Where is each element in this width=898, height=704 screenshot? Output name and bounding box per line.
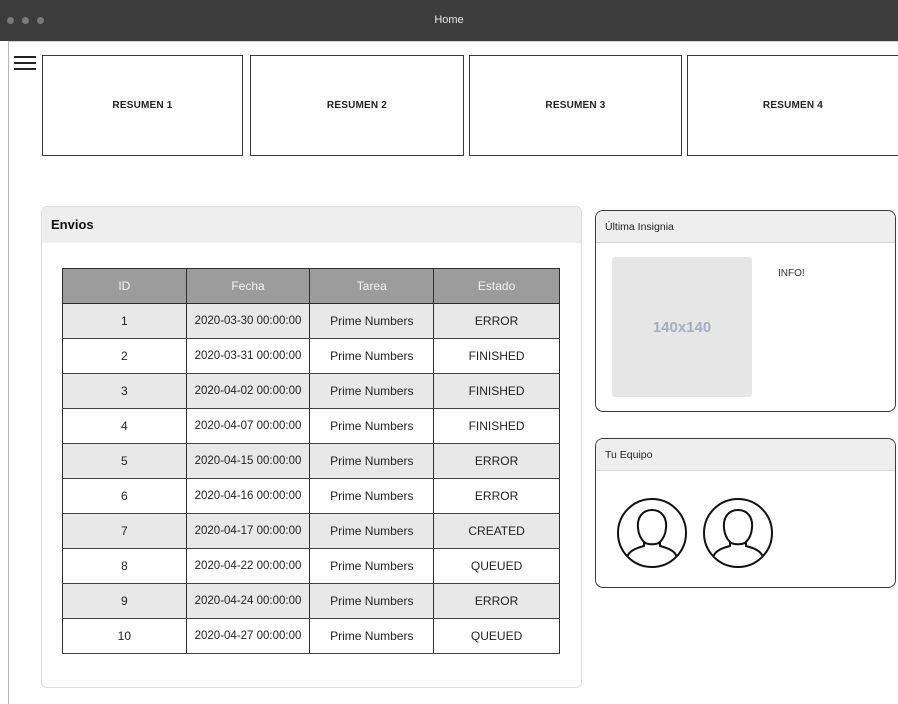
cell-tarea: Prime Numbers <box>309 408 435 444</box>
table-row[interactable]: 6 2020-04-16 00:00:00 Prime Numbers ERRO… <box>62 478 560 514</box>
cell-tarea: Prime Numbers <box>309 548 435 584</box>
badge-image-size-label: 140x140 <box>652 318 712 336</box>
column-header-estado[interactable]: Estado <box>433 268 560 304</box>
summary-card-4[interactable]: RESUMEN 4 <box>687 55 898 156</box>
cell-estado: FINISHED <box>433 373 560 409</box>
cell-id: 2 <box>62 338 187 374</box>
cell-tarea: Prime Numbers <box>309 618 435 654</box>
cell-fecha: 2020-04-27 00:00:00 <box>185 618 311 654</box>
column-header-id[interactable]: ID <box>62 268 187 304</box>
cell-id: 1 <box>62 303 187 339</box>
summary-card-3[interactable]: RESUMEN 3 <box>469 55 682 156</box>
cell-estado: ERROR <box>433 303 560 339</box>
user-avatar-icon[interactable] <box>616 497 688 569</box>
table-row[interactable]: 7 2020-04-17 00:00:00 Prime Numbers CREA… <box>62 513 560 549</box>
badge-panel: Última Insignia 140x140 INFO! <box>595 210 896 412</box>
cell-estado: ERROR <box>433 443 560 479</box>
column-header-fecha[interactable]: Fecha <box>185 268 311 304</box>
table-row[interactable]: 5 2020-04-15 00:00:00 Prime Numbers ERRO… <box>62 443 560 479</box>
cell-tarea: Prime Numbers <box>309 478 435 514</box>
cell-estado: CREATED <box>433 513 560 549</box>
window-titlebar: Home <box>0 0 898 41</box>
cell-id: 9 <box>62 583 187 619</box>
cell-tarea: Prime Numbers <box>309 583 435 619</box>
table-row[interactable]: 1 2020-03-30 00:00:00 Prime Numbers ERRO… <box>62 303 560 339</box>
window-title: Home <box>434 14 464 26</box>
envios-table: ID Fecha Tarea Estado 1 2020-03-30 00:00… <box>62 268 560 654</box>
summary-card-2[interactable]: RESUMEN 2 <box>250 55 464 156</box>
badge-panel-title: Última Insignia <box>596 211 895 243</box>
cell-tarea: Prime Numbers <box>309 513 435 549</box>
table-row[interactable]: 9 2020-04-24 00:00:00 Prime Numbers ERRO… <box>62 583 560 619</box>
cell-fecha: 2020-04-07 00:00:00 <box>185 408 311 444</box>
cell-id: 10 <box>62 618 187 654</box>
cell-fecha: 2020-04-22 00:00:00 <box>185 548 311 584</box>
cell-tarea: Prime Numbers <box>309 303 435 339</box>
hamburger-menu-icon[interactable] <box>14 56 36 72</box>
cell-estado: ERROR <box>433 583 560 619</box>
summary-card-label: RESUMEN 4 <box>762 100 824 111</box>
badge-image-placeholder: 140x140 <box>612 257 752 397</box>
summary-card-label: RESUMEN 1 <box>112 100 173 111</box>
cell-fecha: 2020-03-31 00:00:00 <box>185 338 311 374</box>
cell-fecha: 2020-04-02 00:00:00 <box>185 373 311 409</box>
table-row[interactable]: 3 2020-04-02 00:00:00 Prime Numbers FINI… <box>62 373 560 409</box>
cell-fecha: 2020-03-30 00:00:00 <box>185 303 311 339</box>
table-row[interactable]: 10 2020-04-27 00:00:00 Prime Numbers QUE… <box>62 618 560 654</box>
cell-estado: QUEUED <box>433 618 560 654</box>
table-row[interactable]: 2 2020-03-31 00:00:00 Prime Numbers FINI… <box>62 338 560 374</box>
summary-card-label: RESUMEN 2 <box>326 100 388 111</box>
cell-id: 6 <box>62 478 187 514</box>
cell-fecha: 2020-04-16 00:00:00 <box>185 478 311 514</box>
cell-estado: QUEUED <box>433 548 560 584</box>
column-header-tarea[interactable]: Tarea <box>309 268 435 304</box>
cell-id: 4 <box>62 408 187 444</box>
user-avatar-icon[interactable] <box>702 497 774 569</box>
team-panel-title: Tu Equipo <box>596 439 895 471</box>
team-panel: Tu Equipo <box>595 438 896 588</box>
cell-fecha: 2020-04-24 00:00:00 <box>185 583 311 619</box>
cell-id: 8 <box>62 548 187 584</box>
badge-info-text: INFO! <box>778 268 805 279</box>
summary-card-1[interactable]: RESUMEN 1 <box>42 55 243 156</box>
cell-estado: FINISHED <box>433 408 560 444</box>
cell-fecha: 2020-04-15 00:00:00 <box>185 443 311 479</box>
cell-estado: ERROR <box>433 478 560 514</box>
cell-id: 7 <box>62 513 187 549</box>
cell-tarea: Prime Numbers <box>309 338 435 374</box>
table-header-row: ID Fecha Tarea Estado <box>62 268 560 304</box>
cell-tarea: Prime Numbers <box>309 373 435 409</box>
cell-id: 3 <box>62 373 187 409</box>
cell-tarea: Prime Numbers <box>309 443 435 479</box>
cell-fecha: 2020-04-17 00:00:00 <box>185 513 311 549</box>
table-row[interactable]: 4 2020-04-07 00:00:00 Prime Numbers FINI… <box>62 408 560 444</box>
summary-card-label: RESUMEN 3 <box>545 100 606 111</box>
cell-estado: FINISHED <box>433 338 560 374</box>
cell-id: 5 <box>62 443 187 479</box>
envios-title: Envios <box>42 207 581 243</box>
table-row[interactable]: 8 2020-04-22 00:00:00 Prime Numbers QUEU… <box>62 548 560 584</box>
